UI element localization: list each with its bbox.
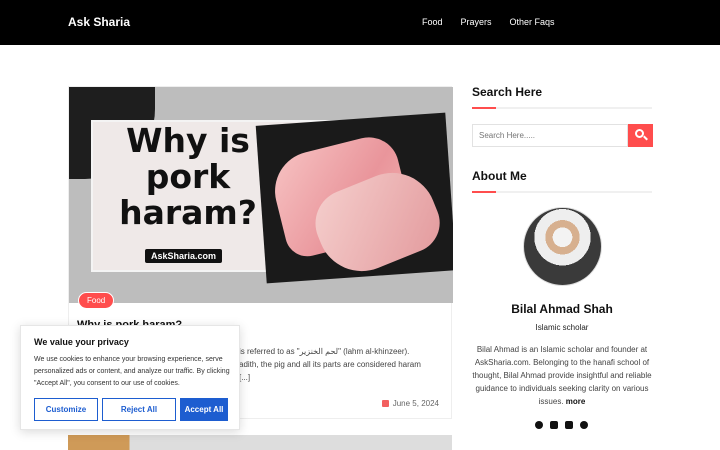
author-avatar (523, 207, 602, 286)
nav-link-prayers[interactable]: Prayers (461, 17, 492, 27)
author-role: Islamic scholar (535, 323, 589, 332)
search-input[interactable] (472, 124, 628, 147)
twitter-icon[interactable] (550, 421, 558, 429)
nav-link-other-faqs[interactable]: Other Faqs (510, 17, 555, 27)
main-nav: Food Prayers Other Faqs (422, 17, 555, 27)
author-name: Bilal Ahmad Shah (511, 302, 613, 316)
image-site-label: AskSharia.com (145, 249, 223, 263)
category-badge[interactable]: Food (78, 292, 115, 309)
customize-button[interactable]: Customize (34, 398, 98, 421)
post-featured-image[interactable]: Why is pork haram? AskSharia.com (69, 87, 453, 303)
linkedin-icon[interactable] (565, 421, 573, 429)
image-headline: Why is pork haram? (119, 121, 257, 232)
more-link[interactable]: more (566, 397, 586, 406)
cookie-text: We use cookies to enhance your browsing … (34, 356, 230, 387)
facebook-icon[interactable] (535, 421, 543, 429)
author-bio-text: Bilal Ahmad is an Islamic scholar and fo… (472, 345, 652, 406)
cookie-consent-banner: We value your privacy We use cookies to … (20, 325, 240, 430)
social-links (535, 421, 588, 429)
author-bio: Bilal Ahmad is an Islamic scholar and fo… (472, 343, 652, 408)
search-button[interactable] (628, 124, 653, 147)
site-logo[interactable]: Ask Sharia (68, 15, 130, 29)
post-date: June 5, 2024 (392, 399, 439, 408)
about-heading: About Me (472, 169, 527, 183)
nav-link-food[interactable]: Food (422, 17, 443, 27)
search-icon-handle (643, 135, 648, 141)
heading-divider (472, 191, 652, 193)
top-navbar: Ask Sharia Food Prayers Other Faqs (0, 0, 720, 45)
pinterest-icon[interactable] (580, 421, 588, 429)
accept-all-button[interactable]: Accept All (180, 398, 228, 421)
cookie-title: We value your privacy (34, 337, 129, 347)
next-post-image[interactable] (68, 435, 452, 450)
search-heading: Search Here (472, 85, 543, 99)
heading-divider (472, 107, 652, 109)
reject-all-button[interactable]: Reject All (102, 398, 176, 421)
calendar-icon (381, 400, 389, 407)
